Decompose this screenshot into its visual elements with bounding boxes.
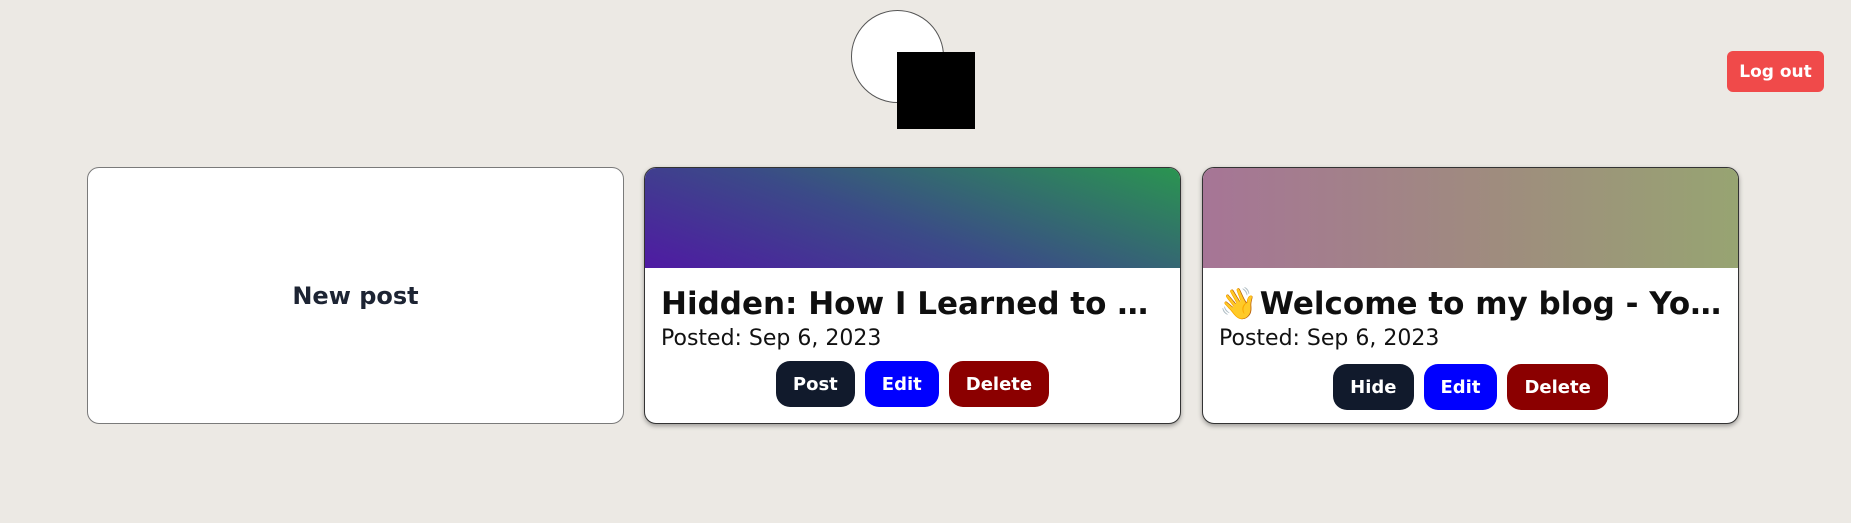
post-edit-button[interactable]: Edit bbox=[864, 361, 939, 407]
waving-hand-icon: 👋 bbox=[1219, 286, 1258, 322]
post-actions: Post Edit Delete bbox=[661, 361, 1164, 407]
logo-square-shape bbox=[897, 52, 975, 129]
logout-button[interactable]: Log out bbox=[1727, 51, 1824, 92]
post-date: Posted: Sep 6, 2023 bbox=[661, 326, 882, 351]
post-title: Welcome to my blog - Your first post bbox=[1259, 286, 1724, 322]
post-hide-button[interactable]: Hide bbox=[1333, 364, 1414, 410]
post-cover-image bbox=[645, 168, 1180, 268]
post-edit-button[interactable]: Edit bbox=[1423, 364, 1498, 410]
post-title-row: 👋 Welcome to my blog - Your first post bbox=[1219, 284, 1724, 324]
post-actions: Hide Edit Delete bbox=[1219, 364, 1722, 410]
dashboard-page: Log out New post Hidden: How I Learned t… bbox=[0, 0, 1851, 523]
post-card-body: Hidden: How I Learned to Stop Worrying a… bbox=[645, 268, 1180, 407]
post-cover-image bbox=[1203, 168, 1738, 268]
post-delete-button[interactable]: Delete bbox=[1507, 364, 1608, 410]
post-title: Hidden: How I Learned to Stop Worrying a… bbox=[661, 286, 1166, 322]
new-post-label: New post bbox=[292, 281, 419, 310]
new-post-card[interactable]: New post bbox=[87, 167, 624, 424]
post-card-body: 👋 Welcome to my blog - Your first post P… bbox=[1203, 268, 1738, 410]
post-date: Posted: Sep 6, 2023 bbox=[1219, 326, 1440, 351]
site-logo[interactable] bbox=[850, 9, 976, 129]
post-publish-button[interactable]: Post bbox=[775, 361, 855, 407]
post-card: 👋 Welcome to my blog - Your first post P… bbox=[1202, 167, 1739, 424]
post-delete-button[interactable]: Delete bbox=[948, 361, 1050, 407]
post-card: Hidden: How I Learned to Stop Worrying a… bbox=[644, 167, 1181, 424]
